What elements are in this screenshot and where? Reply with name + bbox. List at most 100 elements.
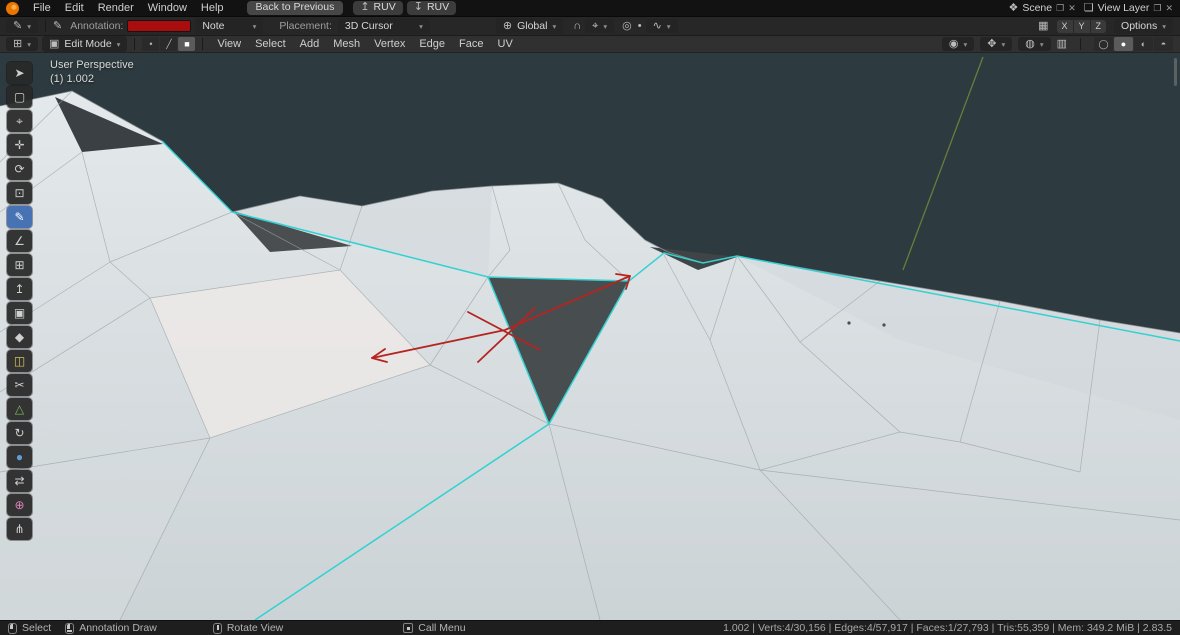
rendered-icon: ◓ xyxy=(1160,39,1167,49)
tool-scale[interactable]: ⊡ xyxy=(7,182,32,204)
tool-icon: ▢ xyxy=(13,90,26,104)
shading-material-button[interactable]: ◐ xyxy=(1134,37,1153,51)
viewport-menu-select[interactable]: Select xyxy=(248,37,293,51)
mirror-y-button[interactable]: Y xyxy=(1073,19,1090,33)
tool-poly-build[interactable]: △ xyxy=(7,398,32,420)
scene-selector[interactable]: ❖ Scene ❐ ✕ xyxy=(1008,2,1075,14)
chevron-down-icon: ▾ xyxy=(27,21,31,31)
chevron-down-icon: ▾ xyxy=(1162,21,1166,31)
options-dropdown[interactable]: Options ▾ xyxy=(1114,18,1173,34)
overlays-dropdown[interactable]: ◍ ▾ xyxy=(1018,37,1051,51)
viewport-menu-face[interactable]: Face xyxy=(452,37,490,51)
tool-icon: ↥ xyxy=(14,282,25,296)
viewport-menu-uv[interactable]: UV xyxy=(491,37,520,51)
select-mode-vertex[interactable]: • xyxy=(142,37,160,51)
view-layer-selector[interactable]: ❏ View Layer ❐ ✕ xyxy=(1084,2,1173,14)
topbar-menu-file[interactable]: File xyxy=(26,1,58,15)
viewport-scrollbar[interactable] xyxy=(1174,58,1177,86)
gizmo-icon: ✥ xyxy=(987,37,997,50)
chevron-down-icon: ▾ xyxy=(1039,39,1044,49)
keymap-button[interactable]: ↥ RUV xyxy=(353,0,403,16)
top-menu-bar: File Edit Render Window Help Back to Previou… xyxy=(0,0,1180,17)
tool-icon: ∠ xyxy=(14,234,25,248)
remove-view-layer-icon[interactable]: ✕ xyxy=(1165,3,1173,14)
mode-dropdown[interactable]: ▣ Edit Mode ▾ xyxy=(41,36,128,52)
edit-mode-icon: ▣ xyxy=(48,37,60,50)
tool-annotate[interactable]: ✎ xyxy=(7,206,32,228)
cursor-arrow-icon: ↥ xyxy=(360,1,370,14)
viewport-menu-view[interactable]: View xyxy=(210,37,248,51)
placement-dropdown[interactable]: 3D Cursor ▾ xyxy=(337,18,430,34)
blender-logo-icon[interactable] xyxy=(6,1,19,15)
tool-loop-cut[interactable]: ◫ xyxy=(7,350,32,372)
tool-icon: ✛ xyxy=(14,138,25,152)
shading-solid-button[interactable]: ● xyxy=(1114,37,1133,51)
unlink-scene-icon[interactable]: ✕ xyxy=(1068,3,1076,14)
keymap-button[interactable]: ↧ RUV xyxy=(406,0,457,16)
status-hint: Annotation Draw xyxy=(65,622,157,634)
shading-wireframe-button[interactable]: ◯ xyxy=(1094,37,1113,51)
tool-settings-bar: ✎ ▾ ✎ Annotation: Note ▾ Placement: 3D C… xyxy=(0,17,1180,36)
transform-orientation-dropdown[interactable]: ⊕ Global ▾ xyxy=(495,18,564,34)
viewport-menu-edge[interactable]: Edge xyxy=(412,37,452,51)
topbar-menu-help[interactable]: Help xyxy=(194,1,231,15)
tool-knife[interactable]: ✂ xyxy=(7,374,32,396)
visibility-dropdown[interactable]: ◉ ▾ xyxy=(941,37,975,51)
snap-magnet-icon[interactable]: ∩ xyxy=(573,20,581,32)
viewport-menu-add[interactable]: Add xyxy=(293,37,327,51)
tool-add-cube[interactable]: ⊞ xyxy=(7,254,32,276)
mirror-grid-icon: ▦ xyxy=(1038,19,1049,32)
visibility-icon: ◉ xyxy=(948,37,959,50)
shading-rendered-button[interactable]: ◓ xyxy=(1154,37,1173,51)
mirror-axis-toggles: X Y Z xyxy=(1056,19,1107,33)
tool-rip-region[interactable]: ⋔ xyxy=(7,518,32,540)
chevron-down-icon: ▾ xyxy=(252,21,257,31)
tool-cursor[interactable]: ⌖ xyxy=(7,110,32,132)
tool-inset-faces[interactable]: ▣ xyxy=(7,302,32,324)
tool-icon: ⊕ xyxy=(14,498,25,512)
proportional-editing-icon[interactable]: ◎ xyxy=(622,20,632,32)
back-to-previous-button[interactable]: Back to Previous xyxy=(246,0,344,16)
tool-icon: △ xyxy=(14,402,25,416)
gizmos-dropdown[interactable]: ✥ ▾ xyxy=(980,37,1013,51)
tool-rotate[interactable]: ⟳ xyxy=(7,158,32,180)
falloff-dropdown[interactable]: ∿ ▾ xyxy=(645,19,678,33)
tool-smooth[interactable]: ● xyxy=(7,446,32,468)
tool-icon: ● xyxy=(15,450,24,464)
select-mode-edge[interactable]: ╱ xyxy=(160,37,178,51)
annotation-color-swatch[interactable] xyxy=(127,20,192,32)
tool-shrink-fatten[interactable]: ⊕ xyxy=(7,494,32,516)
tool-spin[interactable]: ↻ xyxy=(7,422,32,444)
tool-icon: ⇄ xyxy=(14,474,25,488)
editor-type-dropdown[interactable]: ⊞ ▾ xyxy=(6,37,38,51)
active-tool-dropdown[interactable]: ✎ ▾ xyxy=(6,19,38,33)
note-layer-dropdown[interactable]: Note ▾ xyxy=(195,18,264,34)
tool-select-box[interactable]: ▢ xyxy=(7,86,32,108)
proportional-objects-icon[interactable]: • xyxy=(638,20,642,32)
topbar-menu-edit[interactable]: Edit xyxy=(58,1,91,15)
new-view-layer-icon[interactable]: ❐ xyxy=(1153,3,1161,14)
tool-move[interactable]: ✛ xyxy=(7,134,32,156)
tool-icon: ⋔ xyxy=(14,522,25,536)
topbar-menu-render[interactable]: Render xyxy=(91,1,141,15)
xray-toggle-icon[interactable]: ▥ xyxy=(1057,38,1067,50)
overlays-icon: ◍ xyxy=(1025,37,1035,50)
tool-extrude-region[interactable]: ↥ xyxy=(7,278,32,300)
select-mode-face[interactable]: ■ xyxy=(178,37,196,51)
scene-statistics: 1.002 | Verts:4/30,156 | Edges:4/57,917 … xyxy=(723,622,1172,634)
tool-edge-slide[interactable]: ⇄ xyxy=(7,470,32,492)
tool-tweak[interactable]: ➤ xyxy=(7,62,32,84)
snapping-dropdown[interactable]: ⌖ ▾ xyxy=(585,19,615,33)
viewport-info-overlay: User Perspective (1) 1.002 xyxy=(50,58,134,86)
new-scene-icon[interactable]: ❐ xyxy=(1056,3,1064,14)
3d-viewport[interactable] xyxy=(0,53,1180,620)
tool-icon: ⊞ xyxy=(14,258,25,272)
viewport-menu-vertex[interactable]: Vertex xyxy=(367,37,412,51)
tool-bevel[interactable]: ◆ xyxy=(7,326,32,348)
mirror-z-button[interactable]: Z xyxy=(1090,19,1107,33)
tool-measure[interactable]: ∠ xyxy=(7,230,32,252)
topbar-menu-window[interactable]: Window xyxy=(141,1,194,15)
chevron-down-icon: ▾ xyxy=(1001,39,1006,49)
mirror-x-button[interactable]: X xyxy=(1056,19,1073,33)
viewport-menu-mesh[interactable]: Mesh xyxy=(326,37,367,51)
